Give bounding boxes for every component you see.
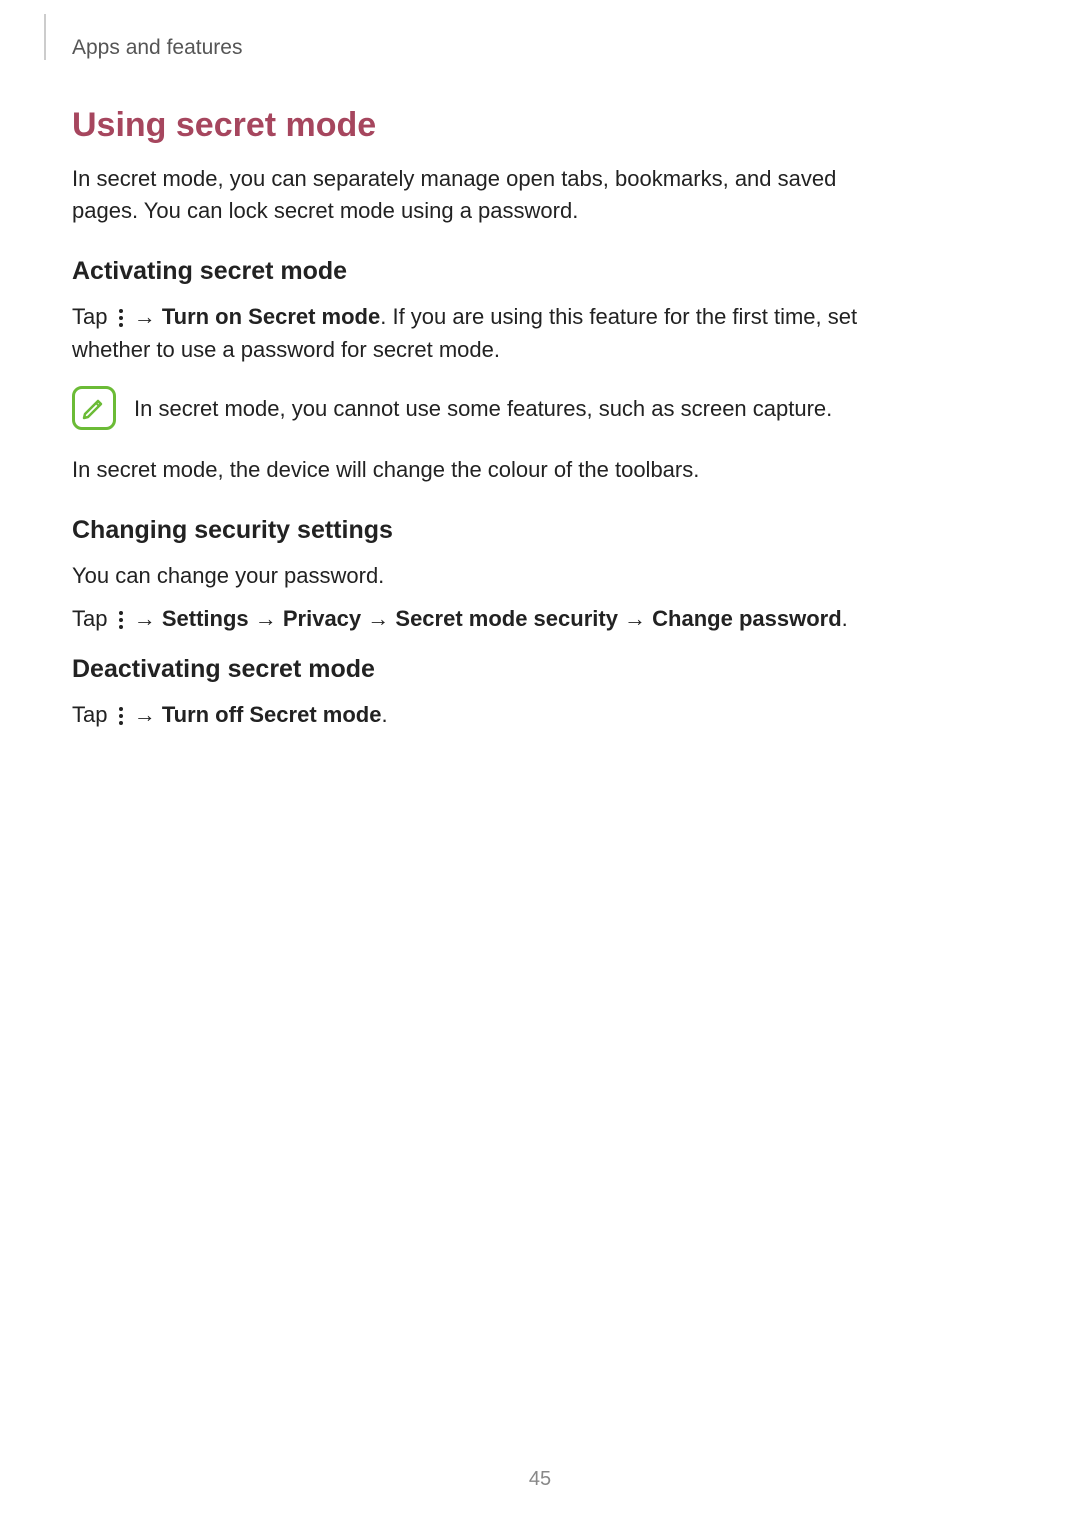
- tap-label: Tap: [72, 304, 114, 329]
- after-note-text: In secret mode, the device will change t…: [72, 454, 858, 486]
- arrow-icon: →: [361, 606, 395, 631]
- section-heading-deactivating: Deactivating secret mode: [72, 655, 858, 684]
- more-options-icon: [116, 307, 126, 329]
- path-change: Change password: [652, 606, 841, 631]
- intro-paragraph: In secret mode, you can separately manag…: [72, 163, 858, 227]
- period: .: [842, 606, 848, 631]
- page-title: Using secret mode: [72, 106, 858, 145]
- more-options-icon: [116, 609, 126, 631]
- pencil-icon: [80, 394, 108, 422]
- section-heading-changing: Changing security settings: [72, 516, 858, 545]
- arrow-icon: →: [249, 606, 283, 631]
- turn-off-label: Turn off Secret mode: [162, 702, 382, 727]
- note-icon: [72, 386, 116, 430]
- tap-label: Tap: [72, 606, 114, 631]
- breadcrumb: Apps and features: [72, 36, 242, 60]
- path-privacy: Privacy: [283, 606, 361, 631]
- deactivating-instructions: Tap → Turn off Secret mode.: [72, 698, 858, 731]
- main-content: Using secret mode In secret mode, you ca…: [72, 106, 858, 751]
- page-number: 45: [0, 1468, 1080, 1491]
- activating-instructions: Tap → Turn on Secret mode. If you are us…: [72, 300, 858, 366]
- period: .: [381, 702, 387, 727]
- path-settings: Settings: [162, 606, 249, 631]
- more-options-icon: [116, 705, 126, 727]
- arrow-icon: →: [618, 606, 652, 631]
- changing-line1: You can change your password.: [72, 559, 858, 592]
- section-heading-activating: Activating secret mode: [72, 257, 858, 286]
- note-text: In secret mode, you cannot use some feat…: [134, 386, 832, 425]
- arrow-icon: →: [128, 304, 162, 329]
- path-secret: Secret mode security: [395, 606, 618, 631]
- arrow-icon: →: [128, 606, 162, 631]
- turn-on-label: Turn on Secret mode: [162, 304, 380, 329]
- arrow-icon: →: [128, 702, 162, 727]
- tap-label: Tap: [72, 702, 114, 727]
- note-callout: In secret mode, you cannot use some feat…: [72, 386, 858, 430]
- page-crop-mark: [44, 14, 46, 60]
- changing-path: Tap → Settings → Privacy → Secret mode s…: [72, 602, 858, 635]
